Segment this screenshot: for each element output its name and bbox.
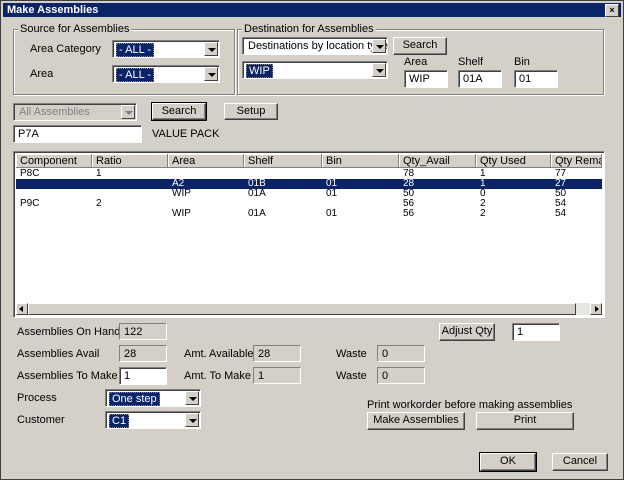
source-group-title: Source for Assemblies xyxy=(18,23,132,35)
destination-group-title: Destination for Assemblies xyxy=(242,23,376,35)
make-assemblies-button[interactable]: Make Assemblies xyxy=(367,412,465,430)
dest-area-label: Area xyxy=(404,56,428,68)
destination-search-button[interactable]: Search xyxy=(393,37,447,55)
scroll-left-icon[interactable] xyxy=(16,303,28,315)
assembly-code-field[interactable]: P7A xyxy=(13,125,142,143)
table-cell: 1 xyxy=(96,168,102,179)
table-cell: 01A xyxy=(248,208,266,219)
column-header-qty-avail[interactable]: Qty_Avail xyxy=(399,154,476,168)
print-caption: Print workorder before making assemblies xyxy=(367,399,573,411)
column-header-qty-used[interactable]: Qty Used xyxy=(476,154,551,168)
title-bar: Make Assemblies × xyxy=(3,3,621,17)
table-row[interactable]: WIP 01A 01 50 0 50 xyxy=(16,189,602,199)
assembly-description: VALUE PACK xyxy=(152,128,220,140)
column-header-area[interactable]: Area xyxy=(168,154,244,168)
components-grid[interactable]: Component Ratio Area Shelf Bin Qty_Avail… xyxy=(13,151,605,318)
table-cell: 2 xyxy=(96,198,102,209)
ok-button[interactable]: OK xyxy=(479,452,537,472)
table-cell: 01 xyxy=(326,208,338,219)
area-value: - ALL - xyxy=(116,68,154,82)
make-assemblies-dialog: Make Assemblies × Source for Assemblies … xyxy=(0,0,624,480)
table-row[interactable]: A2 01B 01 28 1 27 xyxy=(16,179,602,189)
customer-select[interactable]: C1 xyxy=(105,411,201,429)
table-cell: WIP xyxy=(172,208,191,219)
chevron-down-icon xyxy=(121,105,135,119)
assembly-filter-select: All Assemblies xyxy=(13,103,137,121)
cancel-button[interactable]: Cancel xyxy=(552,453,608,471)
window-title: Make Assemblies xyxy=(7,4,99,16)
dest-shelf-field[interactable]: 01A xyxy=(458,70,502,88)
area-category-label: Area Category xyxy=(30,43,101,55)
chevron-down-icon[interactable] xyxy=(204,67,218,81)
area-label: Area xyxy=(30,68,54,80)
to-make-label: Assemblies To Make xyxy=(17,370,118,382)
chevron-down-icon[interactable] xyxy=(185,391,199,405)
waste-label-2: Waste xyxy=(336,370,367,382)
table-row[interactable]: P8C 1 78 1 77 xyxy=(16,169,602,179)
on-hand-value: 122 xyxy=(119,323,167,340)
waste-label-1: Waste xyxy=(336,348,367,360)
to-make-field[interactable]: 1 xyxy=(119,367,167,385)
destination-location-select[interactable]: WIP xyxy=(242,61,388,79)
scroll-right-icon[interactable] xyxy=(590,303,602,315)
chevron-down-icon[interactable] xyxy=(372,63,386,77)
waste-value-2: 0 xyxy=(377,367,425,384)
chevron-down-icon[interactable] xyxy=(185,413,199,427)
column-header-bin[interactable]: Bin xyxy=(322,154,399,168)
avail-label: Assemblies Avail xyxy=(17,348,100,360)
assembly-search-button[interactable]: Search xyxy=(151,102,207,121)
chevron-down-icon[interactable] xyxy=(372,39,386,53)
table-row[interactable]: WIP 01A 01 56 2 54 xyxy=(16,209,602,219)
avail-value: 28 xyxy=(119,345,167,362)
table-cell: 01A xyxy=(248,188,266,199)
destination-location-value: WIP xyxy=(246,64,273,78)
column-header-qty-remain[interactable]: Qty Remain xyxy=(551,154,602,168)
destination-group: Destination for Assemblies Destinations … xyxy=(237,23,604,95)
amt-to-make-label: Amt. To Make xyxy=(184,370,252,382)
destination-mode-value: Destinations by location type xyxy=(248,40,389,52)
chevron-down-icon[interactable] xyxy=(204,42,218,56)
table-cell: 54 xyxy=(555,208,567,219)
customer-label: Customer xyxy=(17,414,65,426)
adjust-qty-button[interactable]: Adjust Qty xyxy=(439,323,495,341)
column-header-shelf[interactable]: Shelf xyxy=(244,154,322,168)
dest-area-field[interactable]: WIP xyxy=(404,70,448,88)
dest-shelf-label: Shelf xyxy=(458,56,484,68)
amt-available-label: Amt. Available xyxy=(184,348,254,360)
table-row[interactable]: P9C 2 56 2 54 xyxy=(16,199,602,209)
process-select[interactable]: One step xyxy=(105,389,201,407)
amt-available-value: 28 xyxy=(253,345,301,362)
table-cell: 56 xyxy=(403,208,415,219)
table-cell: P9C xyxy=(20,198,40,209)
waste-value-1: 0 xyxy=(377,345,425,362)
customer-value: C1 xyxy=(109,414,130,428)
table-cell: 2 xyxy=(480,208,486,219)
process-value: One step xyxy=(109,392,160,406)
dest-bin-field[interactable]: 01 xyxy=(514,70,558,88)
setup-button[interactable]: Setup xyxy=(224,103,278,120)
on-hand-label: Assemblies On Hand xyxy=(17,326,121,338)
area-select[interactable]: - ALL - xyxy=(112,65,220,83)
process-label: Process xyxy=(17,392,57,404)
area-category-value: - ALL - xyxy=(116,43,154,57)
source-group: Source for Assemblies Area Category - AL… xyxy=(13,23,235,95)
close-icon[interactable]: × xyxy=(605,4,619,17)
scrollbar-thumb[interactable] xyxy=(28,303,576,315)
column-header-ratio[interactable]: Ratio xyxy=(92,154,168,168)
table-cell: WIP xyxy=(172,188,191,199)
dest-bin-label: Bin xyxy=(514,56,530,68)
horizontal-scrollbar[interactable] xyxy=(16,303,602,315)
destination-mode-select[interactable]: Destinations by location type xyxy=(242,37,388,55)
print-button[interactable]: Print xyxy=(476,412,574,430)
adjust-qty-field[interactable]: 1 xyxy=(512,323,560,341)
table-cell: P8C xyxy=(20,168,40,179)
area-category-select[interactable]: - ALL - xyxy=(112,40,220,58)
table-cell: 01 xyxy=(326,188,338,199)
amt-to-make-value: 1 xyxy=(253,367,301,384)
assembly-filter-value: All Assemblies xyxy=(19,106,90,118)
column-header-component[interactable]: Component xyxy=(16,154,92,168)
